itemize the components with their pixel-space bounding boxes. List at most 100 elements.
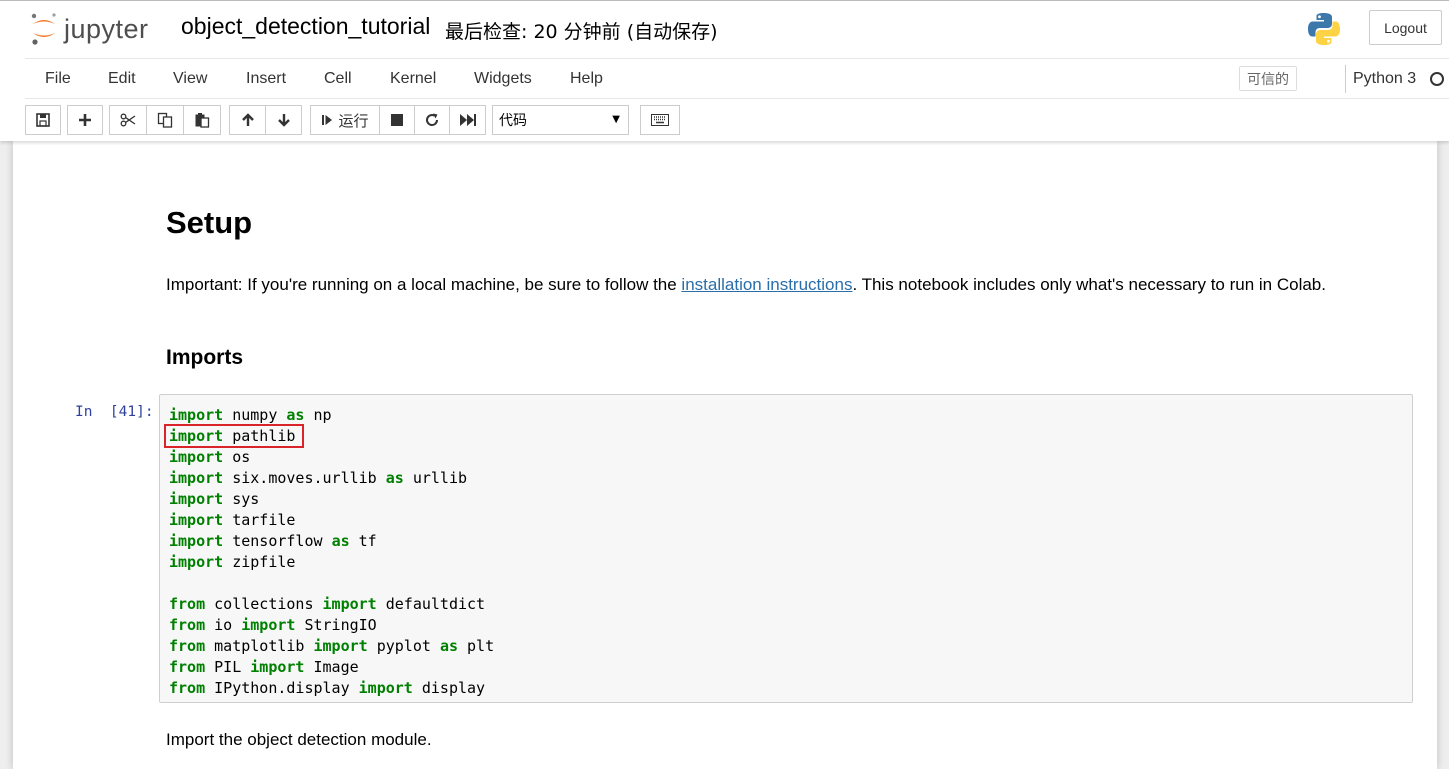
code-line: import tarfile: [169, 510, 1403, 531]
copy-icon: [157, 112, 173, 128]
important-text-after: . This notebook includes only what's nec…: [852, 275, 1326, 294]
code-text: tensorflow: [223, 532, 332, 550]
code-keyword: import: [169, 511, 224, 529]
code-line: from matplotlib import pyplot as plt: [169, 636, 1403, 657]
notebook-name[interactable]: object_detection_tutorial: [181, 13, 430, 40]
code-line: from IPython.display import display: [169, 678, 1403, 699]
run-button[interactable]: 运行: [310, 105, 380, 135]
save-icon: [36, 113, 50, 127]
code-keyword: import: [250, 658, 305, 676]
code-line: import numpy as np: [169, 405, 1403, 426]
code-keyword: as: [439, 637, 458, 655]
code-text: np: [304, 406, 332, 424]
heading-setup: Setup: [166, 205, 253, 240]
logo-text: jupyter: [64, 13, 149, 44]
code-keyword: import: [169, 490, 224, 508]
code-keyword: import: [241, 616, 296, 634]
move-down-button[interactable]: [265, 105, 302, 135]
code-keyword: import: [322, 595, 377, 613]
code-cell[interactable]: import numpy as np import pathlib import o…: [159, 394, 1413, 703]
title-row: jupyter object_detection_tutorial 最后检查: …: [0, 1, 1449, 58]
arrow-up-icon: [241, 113, 254, 126]
code-keyword: as: [331, 532, 350, 550]
highlight-box: [164, 424, 304, 448]
code-keyword: import: [169, 532, 224, 550]
code-text: pyplot: [367, 637, 440, 655]
code-text: tarfile: [223, 511, 296, 529]
jupyter-logo-icon: [31, 13, 56, 45]
code-keyword: from: [169, 658, 206, 676]
copy-button[interactable]: [146, 105, 184, 135]
trusted-indicator[interactable]: 可信的: [1239, 66, 1297, 91]
menu-view[interactable]: View: [173, 70, 207, 88]
notebook-container: Setup Important: If you're running on a …: [13, 141, 1437, 769]
code-text: StringIO: [295, 616, 377, 634]
code-text: defaultdict: [376, 595, 486, 613]
insert-cell-button[interactable]: [67, 105, 103, 135]
paste-button[interactable]: [183, 105, 221, 135]
toolbar: 运行 代码 ▼: [25, 99, 1449, 142]
menu-bar: File Edit View Insert Cell Kernel Widget…: [25, 58, 1449, 99]
command-palette-button[interactable]: [640, 105, 680, 135]
code-text: numpy: [223, 406, 287, 424]
run-all-button[interactable]: [449, 105, 486, 135]
jupyter-logo[interactable]: jupyter: [30, 11, 170, 47]
code-text: PIL: [205, 658, 251, 676]
logout-button[interactable]: Logout: [1369, 10, 1442, 45]
stop-icon: [391, 114, 403, 126]
run-icon: [322, 115, 333, 125]
code-text: IPython.display: [205, 679, 359, 697]
kernel-name: Python 3: [1353, 70, 1417, 87]
code-line: import os: [169, 447, 1403, 468]
code-line: from io import StringIO: [169, 615, 1403, 636]
code-keyword: import: [169, 553, 224, 571]
code-line: import six.moves.urllib as urllib: [169, 468, 1403, 489]
code-line: import zipfile: [169, 552, 1403, 573]
input-prompt: In [41]:: [75, 404, 154, 420]
code-keyword: from: [169, 595, 206, 613]
code-line: import tensorflow as tf: [169, 531, 1403, 552]
code-text: plt: [458, 637, 495, 655]
code-keyword: as: [385, 469, 404, 487]
move-up-button[interactable]: [229, 105, 266, 135]
code-keyword: import: [358, 679, 413, 697]
code-text: tf: [349, 532, 377, 550]
menu-kernel[interactable]: Kernel: [390, 70, 436, 88]
code-keyword: from: [169, 616, 206, 634]
menu-file[interactable]: File: [45, 70, 71, 88]
cut-icon: [120, 113, 136, 127]
code-text: urllib: [403, 469, 468, 487]
notebook-header: jupyter object_detection_tutorial 最后检查: …: [0, 0, 1449, 141]
kernel-status-icon: [1430, 72, 1444, 86]
code-line: import pathlib: [169, 426, 1403, 447]
heading-imports: Imports: [166, 346, 244, 369]
menu-widgets[interactable]: Widgets: [474, 70, 532, 88]
installation-instructions-link[interactable]: installation instructions: [681, 275, 852, 294]
code-keyword: from: [169, 637, 206, 655]
cut-button[interactable]: [109, 105, 147, 135]
menu-edit[interactable]: Edit: [108, 70, 136, 88]
menu-help[interactable]: Help: [570, 70, 603, 88]
keyboard-icon: [651, 114, 669, 126]
important-paragraph: Important: If you're running on a local …: [166, 275, 1326, 295]
important-text-before: Important: If you're running on a local …: [166, 275, 682, 294]
interrupt-button[interactable]: [379, 105, 415, 135]
code-text: io: [205, 616, 242, 634]
menu-cell[interactable]: Cell: [324, 70, 352, 88]
menu-insert[interactable]: Insert: [246, 70, 286, 88]
code-keyword: import: [169, 448, 224, 466]
code-text: display: [412, 679, 486, 697]
code-line: import sys: [169, 489, 1403, 510]
kernel-separator: [1345, 65, 1346, 93]
cell-type-select[interactable]: 代码 ▼: [492, 105, 629, 135]
detection-paragraph: Import the object detection module.: [166, 730, 432, 749]
code-keyword: import: [169, 469, 224, 487]
code-text: collections: [205, 595, 323, 613]
code-line: from collections import defaultdict: [169, 594, 1403, 615]
code-text: Image: [304, 658, 359, 676]
code-text: zipfile: [223, 553, 296, 571]
code-keyword: import: [169, 406, 224, 424]
restart-button[interactable]: [414, 105, 450, 135]
save-button[interactable]: [25, 105, 61, 135]
